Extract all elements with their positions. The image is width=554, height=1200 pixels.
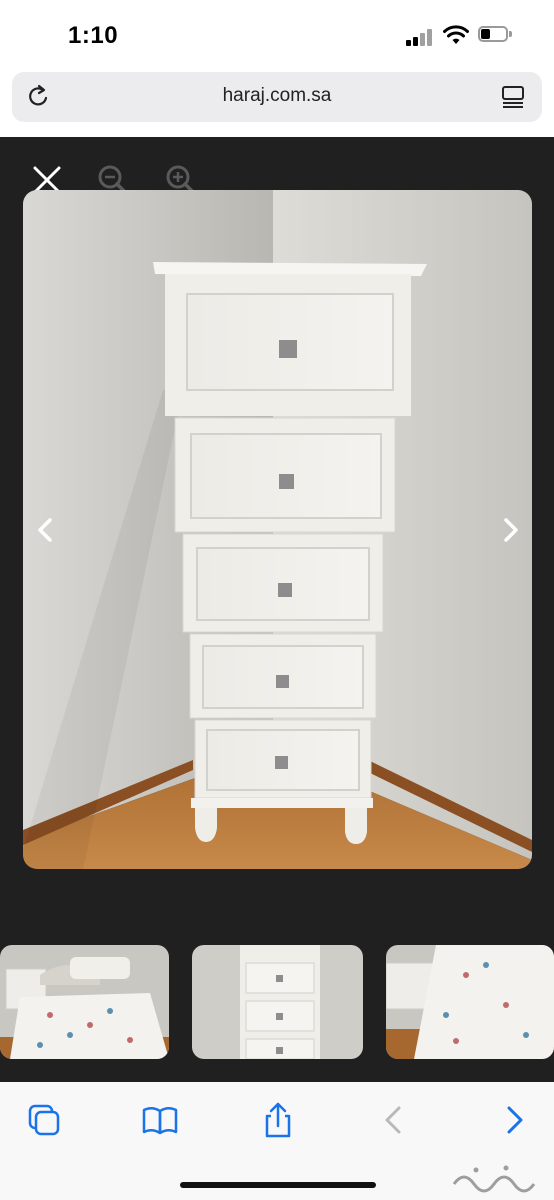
image-gallery-viewer (0, 137, 554, 1082)
thumbnail-image[interactable] (0, 945, 169, 1059)
status-time: 1:10 (68, 22, 119, 49)
watermark-logo (452, 1165, 536, 1193)
thumbnail-image-selected[interactable] (192, 945, 363, 1059)
tabs-icon[interactable] (24, 1100, 64, 1140)
main-listing-photo[interactable] (23, 190, 532, 869)
url-text[interactable]: haraj.com.sa (12, 85, 542, 107)
thumbnail-image[interactable] (386, 945, 554, 1059)
address-bar[interactable]: haraj.com.sa (12, 72, 542, 122)
back-icon[interactable] (374, 1100, 414, 1140)
chevron-left-icon[interactable] (34, 515, 58, 545)
viewer-controls (0, 137, 554, 197)
wifi-icon (443, 25, 469, 44)
tabs-overview-icon[interactable] (500, 84, 526, 110)
thumbnail-strip (0, 945, 554, 1059)
chevron-right-icon[interactable] (498, 515, 522, 545)
home-indicator[interactable] (180, 1182, 376, 1188)
share-icon[interactable] (258, 1100, 298, 1140)
forward-icon[interactable] (494, 1100, 534, 1140)
cellular-signal-icon (406, 28, 436, 46)
status-bar: 1:10 (0, 0, 554, 70)
bookmarks-icon[interactable] (140, 1100, 180, 1140)
battery-icon (478, 26, 512, 44)
